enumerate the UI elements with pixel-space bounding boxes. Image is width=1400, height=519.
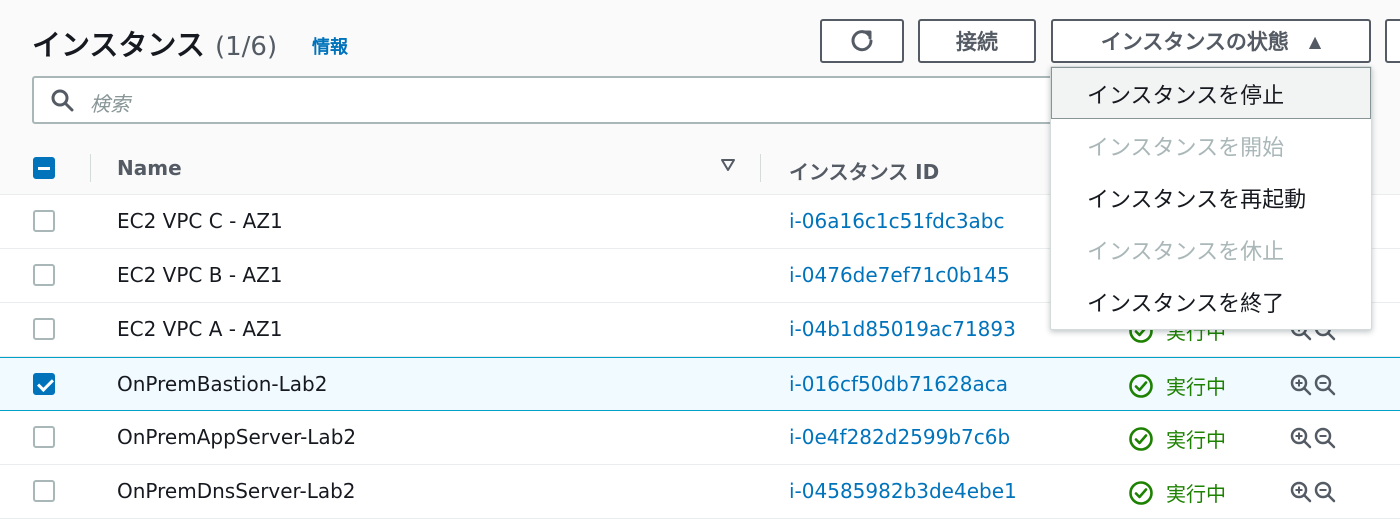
table-row[interactable]: OnPremDnsServer-Lab2 i-04585982b3de4ebe1 実… — [0, 465, 1400, 519]
selection-count: (1/6) — [214, 32, 278, 62]
instance-state-label: インスタンスの状態 — [1100, 30, 1289, 54]
column-header-name[interactable]: Name — [117, 156, 182, 180]
instance-name: OnPremAppServer-Lab2 — [117, 425, 357, 449]
instance-id-link[interactable]: i-04585982b3de4ebe1 — [789, 479, 1017, 503]
check-circle-icon — [1129, 373, 1153, 398]
instance-state-button[interactable]: インスタンスの状態 ▲ — [1051, 19, 1371, 63]
status-zoom-controls — [1290, 427, 1336, 449]
instance-name: OnPremDnsServer-Lab2 — [117, 479, 356, 503]
instance-id-link[interactable]: i-04b1d85019ac71893 — [789, 317, 1016, 341]
search-box[interactable]: 検索 — [32, 76, 1072, 124]
column-header-instance-id[interactable]: インスタンス ID — [789, 156, 939, 185]
row-checkbox[interactable] — [33, 426, 55, 448]
instance-name: EC2 VPC C - AZ1 — [117, 209, 283, 233]
connect-button[interactable]: 接続 — [918, 19, 1036, 63]
select-all-checkbox[interactable] — [33, 157, 55, 179]
zoom-out-icon[interactable] — [1314, 374, 1336, 396]
status-zoom-controls — [1290, 481, 1336, 503]
check-circle-icon — [1129, 426, 1153, 451]
menu-item-stop-instance[interactable]: インスタンスを停止 — [1051, 67, 1371, 119]
instance-id-link[interactable]: i-0476de7ef71c0b145 — [789, 263, 1010, 287]
zoom-out-icon[interactable] — [1314, 481, 1336, 503]
zoom-in-icon[interactable] — [1290, 374, 1312, 396]
refresh-button[interactable] — [820, 19, 904, 63]
search-icon — [51, 89, 74, 112]
row-checkbox[interactable] — [33, 264, 55, 286]
info-link[interactable]: 情報 — [312, 33, 348, 59]
instance-name: EC2 VPC A - AZ1 — [117, 317, 283, 341]
actions-button[interactable] — [1385, 19, 1400, 63]
row-checkbox[interactable] — [33, 373, 55, 395]
instance-state-dropdown: インスタンスを停止 インスタンスを開始 インスタンスを再起動 インスタンスを休止… — [1050, 66, 1372, 330]
instance-id-link[interactable]: i-0e4f282d2599b7c6b — [789, 425, 1010, 449]
search-placeholder: 検索 — [90, 92, 130, 116]
caret-up-icon: ▲ — [1308, 31, 1322, 51]
menu-item-terminate-instance[interactable]: インスタンスを終了 — [1051, 275, 1371, 327]
menu-item-reboot-instance[interactable]: インスタンスを再起動 — [1051, 171, 1371, 223]
row-checkbox[interactable] — [33, 318, 55, 340]
instance-state-text: 実行中 — [1166, 482, 1226, 506]
page-title: インスタンス (1/6) — [32, 22, 277, 64]
sort-descending-icon[interactable] — [720, 158, 736, 172]
status-zoom-controls — [1290, 374, 1336, 396]
row-checkbox[interactable] — [33, 210, 55, 232]
instance-state-text: 実行中 — [1166, 428, 1226, 452]
instance-state-text: 実行中 — [1166, 375, 1226, 399]
table-row[interactable]: OnPremAppServer-Lab2 i-0e4f282d2599b7c6b 実… — [0, 411, 1400, 465]
zoom-out-icon[interactable] — [1314, 427, 1336, 449]
menu-item-start-instance: インスタンスを開始 — [1087, 136, 1285, 161]
column-separator — [90, 154, 91, 182]
zoom-in-icon[interactable] — [1290, 427, 1312, 449]
zoom-in-icon[interactable] — [1290, 481, 1312, 503]
instance-id-link[interactable]: i-06a16c1c51fdc3abc — [789, 209, 1005, 233]
row-checkbox[interactable] — [33, 480, 55, 502]
refresh-icon — [851, 30, 873, 52]
check-circle-icon — [1129, 480, 1153, 505]
page-title-text: インスタンス — [32, 28, 205, 62]
column-separator — [760, 154, 761, 182]
menu-item-hibernate-instance: インスタンスを休止 — [1087, 240, 1285, 265]
instance-state: 実行中 — [1128, 478, 1226, 507]
instance-name: OnPremBastion-Lab2 — [117, 372, 328, 396]
instance-state: 実行中 — [1128, 424, 1226, 453]
instance-id-link[interactable]: i-016cf50db71628aca — [789, 372, 1008, 396]
instance-name: EC2 VPC B - AZ1 — [117, 263, 283, 287]
table-row[interactable]: OnPremBastion-Lab2 i-016cf50db71628aca 実行中 — [0, 357, 1400, 411]
instance-state: 実行中 — [1128, 371, 1226, 400]
